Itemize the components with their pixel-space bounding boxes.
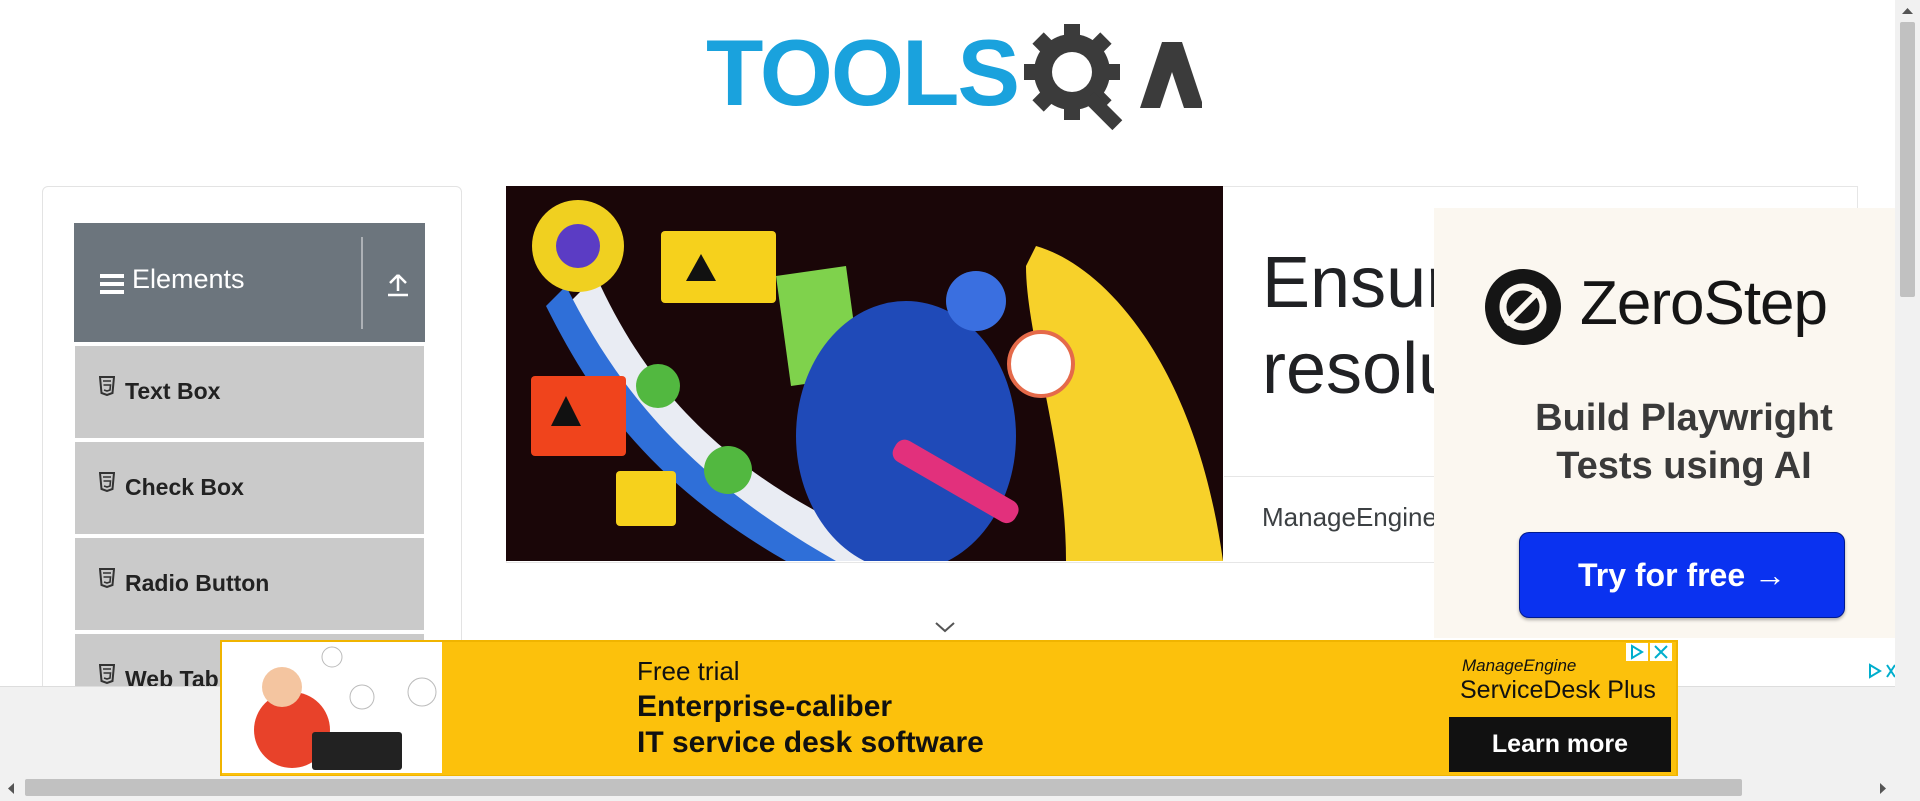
html5-icon [99, 472, 115, 492]
try-for-free-button[interactable]: Try for free → [1519, 532, 1845, 618]
elements-group-header[interactable] [74, 223, 425, 342]
sidebar-item-text-box[interactable]: Text Box [75, 343, 424, 438]
ad-title-line-2: IT service desk software [637, 726, 984, 759]
elements-group-title: Elements [132, 264, 245, 294]
banner-advertiser: ManageEngine [1262, 502, 1437, 532]
chevron-down-icon[interactable] [934, 620, 956, 634]
group-divider [361, 237, 363, 329]
scroll-right-arrow-icon[interactable] [1878, 781, 1888, 796]
sidebar-item-label: Text Box [125, 378, 221, 404]
servicedesk-product: ServiceDesk Plus [1460, 676, 1656, 704]
toolsqa-logo[interactable]: TOOLS [706, 20, 1202, 137]
bottom-ad-illustration [222, 642, 442, 773]
sidebar-item-label: Radio Button [125, 570, 270, 596]
sidebar-item-radio-button[interactable]: Radio Button [75, 535, 424, 630]
manageengine-brand: ManageEngine [1462, 656, 1577, 675]
zerostep-brand: ZeroStep [1580, 269, 1828, 338]
hamburger-icon [100, 274, 124, 294]
zerostep-tagline: Build Playwright Tests using AI [1535, 397, 1833, 487]
collapse-upload-icon[interactable] [384, 271, 412, 299]
headline-line-2: resolu [1262, 329, 1459, 409]
adchoices-icon[interactable] [1864, 662, 1886, 680]
banner-illustration [506, 186, 1223, 561]
ad-title-line-1: Enterprise-caliber [637, 690, 893, 723]
sidebar-item-check-box[interactable]: Check Box [75, 439, 424, 534]
sidebar-item-label: Check Box [125, 474, 244, 500]
scroll-up-arrow-icon[interactable] [1900, 6, 1915, 16]
scroll-left-arrow-icon[interactable] [6, 781, 16, 796]
ad-pretitle: Free trial [637, 656, 740, 686]
learn-more-button[interactable]: Learn more [1449, 717, 1671, 772]
html5-icon [99, 664, 115, 684]
html5-icon [99, 376, 115, 396]
html5-icon [99, 568, 115, 588]
zerostep-logo-icon [1485, 269, 1561, 345]
horizontal-scroll-thumb[interactable] [25, 779, 1742, 796]
headline-line-1: Ensur [1262, 243, 1451, 323]
gear-magnifier-icon [1024, 24, 1202, 131]
close-ad-icon[interactable] [1650, 643, 1672, 661]
vertical-scroll-thumb[interactable] [1900, 22, 1915, 297]
logo-text: TOOLS [706, 20, 1020, 125]
banner-headline: Ensur resolu [1262, 240, 1458, 412]
adchoices-icon[interactable] [1626, 643, 1648, 661]
